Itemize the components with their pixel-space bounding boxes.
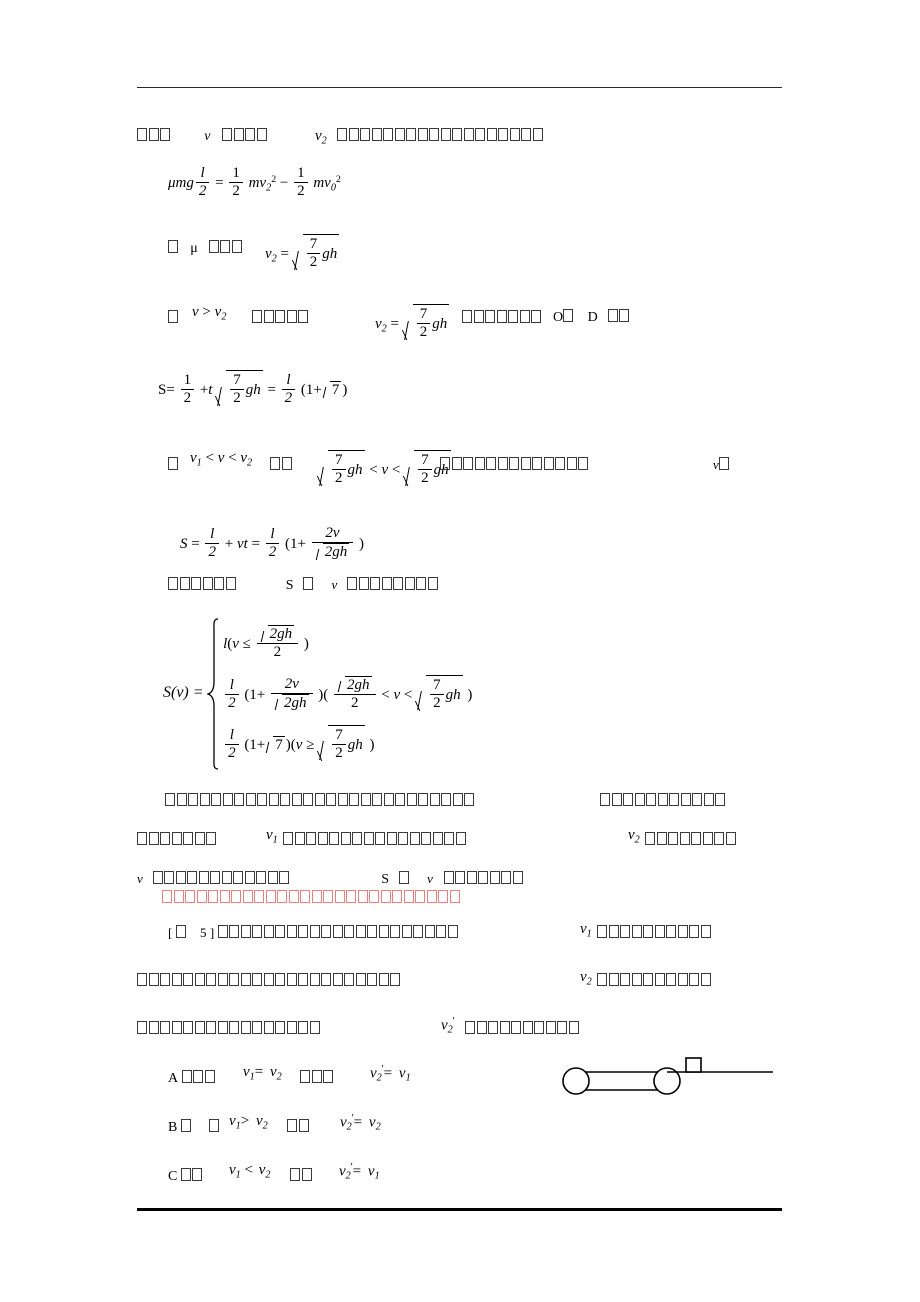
left-brace [207, 618, 219, 770]
tofu-run [337, 128, 544, 143]
question-line2 [137, 973, 402, 988]
header-rule [137, 87, 782, 88]
option-B-condition: v1> v2 [229, 1113, 268, 1132]
piecewise-case-2: l2 (1+ 2v 2gh )( 2gh 2 < v < 7 2 gh ) [223, 668, 472, 718]
question-symbol-v2: v2 [580, 969, 592, 988]
option-C[interactable]: C [168, 1168, 204, 1184]
tofu-run [270, 457, 293, 472]
paragraph-2-right-tail [645, 832, 737, 847]
point-label-O: O [553, 310, 564, 325]
option-A[interactable]: A [168, 1070, 216, 1086]
equation-energy: μmg l 2 = 12 mv22 − 12 mv02 [168, 165, 341, 199]
option-A-key: A [168, 1071, 179, 1086]
question-line2-tail [597, 973, 712, 988]
option-C-key: C [168, 1169, 178, 1184]
paragraph-1-left [165, 793, 476, 808]
text-line-1: v v2 [137, 128, 544, 146]
symbol-v2-right: v2 [628, 827, 640, 846]
symbol-v: v [204, 129, 211, 144]
question-symbol-v1: v1 [580, 921, 592, 940]
piecewise-cases: l(v ≤ 2gh 2 ) l2 (1+ 2v 2gh )( 2gh 2 < v < … [223, 618, 472, 768]
text-line-S-v: S v [168, 577, 439, 593]
paragraph-3: v S v [137, 871, 524, 887]
symbol-v: v [427, 871, 433, 886]
question-number: 5 [199, 925, 207, 940]
equation-S-case2: S = l2 + vt = l2 (1+ 2v 2gh ) [180, 525, 364, 560]
left-pulley [562, 1067, 590, 1095]
label-O-D: O D [553, 309, 631, 325]
highlighted-note-red [162, 890, 461, 905]
option-C-result: v2'= v1 [339, 1162, 380, 1182]
tofu-run [137, 128, 172, 143]
piecewise-case-1: l(v ≤ 2gh 2 ) [223, 625, 309, 660]
symbol-v: v [331, 577, 338, 592]
option-C-mid-tofu [290, 1168, 313, 1183]
equation-v2-repeat: v2 = 7 2 gh [375, 304, 450, 340]
option-A-result: v2'= v1 [370, 1064, 411, 1084]
paragraph-2-left [137, 832, 218, 847]
question-line3 [137, 1021, 321, 1036]
tofu-run [252, 310, 310, 325]
piecewise-case-3: l2 (1+ 7)(v ≥ 7 2 gh ) [223, 718, 472, 768]
option-B[interactable]: B [168, 1119, 220, 1135]
symbol-mu: μ [190, 241, 198, 256]
text-line-cond1 [168, 310, 180, 325]
tofu-run [462, 310, 543, 325]
piecewise-label: S(v) = [163, 684, 204, 701]
piecewise-function: S(v) = l(v ≤ 2gh 2 ) l2 (1+ 2v 2gh )( 2gh 2… [163, 618, 472, 770]
paragraph-1-right [600, 793, 727, 808]
question-line1-tail [597, 925, 712, 940]
option-B-mid-tofu [287, 1119, 310, 1134]
tofu-run [222, 128, 268, 143]
question-line3-tail [465, 1021, 580, 1036]
symbol-v: v [137, 871, 143, 886]
symbol-S: S [381, 872, 390, 887]
document-page: v v2 μmg l 2 = 12 mv22 − 12 mv02 μ v2 = 72… [0, 0, 920, 1302]
question-symbol-v2-prime: v2' [441, 1016, 455, 1036]
block [685, 1057, 702, 1073]
range-expression: 7 2 gh < v < 7 2 gh [318, 450, 452, 487]
option-B-result: v2'= v2 [340, 1113, 381, 1133]
paragraph-2-mid [283, 832, 467, 847]
option-A-mid-tofu [300, 1070, 335, 1085]
conveyor-belt-diagram [560, 1052, 790, 1108]
symbol-S: S [285, 578, 294, 593]
trailing-v: v [713, 457, 730, 472]
tofu-run [440, 457, 590, 472]
bracket-open: [ [168, 925, 173, 940]
bracket-close: ] [209, 925, 215, 940]
text-line-cond2 [168, 457, 180, 472]
footer-rule [137, 1208, 782, 1211]
equation-v2: v2 = 7 2 gh [265, 234, 340, 270]
question-marker: [ 5 ] [168, 925, 459, 940]
condition-v1-v-v2: v1 < v < v2 [190, 450, 253, 469]
condition-v-gt-v2: v > v2 [192, 304, 227, 323]
option-A-condition: v1= v2 [243, 1064, 282, 1083]
point-label-D: D [587, 310, 598, 325]
option-B-key: B [168, 1120, 178, 1135]
symbol-v2: v2 [314, 128, 327, 147]
symbol-v1: v1 [266, 827, 278, 846]
text-line-mu: μ [168, 240, 243, 256]
equation-S-case3: S= 12 +t 7 2 gh = l2 (1+ 7) [158, 370, 348, 406]
option-C-condition: v1 < v2 [229, 1162, 271, 1181]
